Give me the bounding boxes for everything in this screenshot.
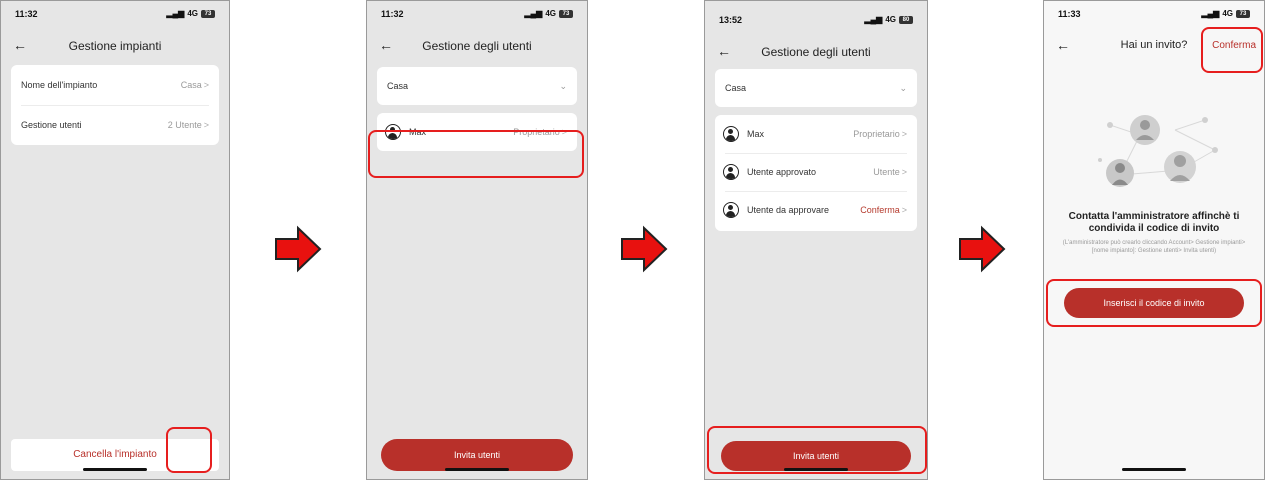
highlight-box xyxy=(1201,27,1263,73)
status-bar: 11:32 ▂▄▆ 4G 73 xyxy=(1,9,229,23)
chevron-down-icon: ⌄ xyxy=(559,80,567,91)
phone-screen-3: 13:52 ▂▄▆ 4G 80 ← Gestione degli utenti … xyxy=(704,0,928,480)
signal-icon: ▂▄▆ xyxy=(524,9,543,18)
status-time: 11:32 xyxy=(15,9,38,19)
status-time: 11:33 xyxy=(1058,9,1081,19)
chevron-right-icon: > xyxy=(203,80,209,90)
user-avatar-icon xyxy=(723,202,739,218)
next-step-arrow-icon xyxy=(959,225,1006,273)
page-title: Gestione degli utenti xyxy=(422,39,532,53)
signal-indicator: ▂▄▆ 4G 80 xyxy=(864,15,913,24)
user-role: Conferma xyxy=(860,205,900,215)
page-title: Gestione impianti xyxy=(68,39,162,53)
home-indicator xyxy=(1122,468,1186,471)
delete-plant-label: Cancella l'impianto xyxy=(73,449,157,460)
user-name: Utente approvato xyxy=(747,167,817,177)
user-name: Max xyxy=(747,129,765,139)
chevron-right-icon: > xyxy=(901,205,907,215)
user-row-owner[interactable]: Max Proprietario > xyxy=(715,115,917,153)
network-type: 4G xyxy=(187,9,198,18)
dropdown-row: Casa ⌄ xyxy=(715,69,917,107)
invite-note: (L'amministratore può crearlo cliccando … xyxy=(1062,240,1246,254)
row-user-management[interactable]: Gestione utenti 2 Utente > xyxy=(11,105,219,145)
next-step-arrow-icon xyxy=(621,225,668,273)
highlight-box xyxy=(707,426,927,474)
chevron-right-icon: > xyxy=(901,129,907,139)
status-bar: 13:52 ▂▄▆ 4G 80 xyxy=(705,9,927,25)
row-value: Casa xyxy=(180,80,202,90)
invite-users-button[interactable]: Invita utenti xyxy=(381,439,573,471)
status-time: 13:52 xyxy=(719,15,743,25)
user-role-wrap: Utente > xyxy=(873,167,907,177)
row-value-wrap: 2 Utente > xyxy=(168,120,209,130)
status-bar: 11:33 ▂▄▆ 4G 73 xyxy=(1044,9,1264,23)
signal-indicator: ▂▄▆ 4G 73 xyxy=(524,9,573,18)
battery-icon: 73 xyxy=(201,9,215,18)
highlight-box xyxy=(1046,279,1262,327)
dropdown-value: Casa xyxy=(387,81,409,91)
signal-indicator: ▂▄▆ 4G 73 xyxy=(166,9,215,18)
signal-icon: ▂▄▆ xyxy=(166,9,185,18)
home-indicator xyxy=(83,468,147,471)
battery-icon: 80 xyxy=(899,15,913,24)
row-value-wrap: Casa > xyxy=(181,80,209,90)
highlight-box xyxy=(368,130,584,178)
chevron-right-icon: > xyxy=(901,167,907,177)
row-label: Gestione utenti xyxy=(21,120,82,130)
users-card: Max Proprietario > Utente approvato Utent… xyxy=(715,115,917,231)
signal-indicator: ▂▄▆ 4G 73 xyxy=(1201,9,1250,18)
status-time: 11:32 xyxy=(381,9,404,19)
status-bar: 11:32 ▂▄▆ 4G 73 xyxy=(367,9,587,23)
highlight-box xyxy=(166,427,212,473)
page-title: Gestione degli utenti xyxy=(761,45,871,59)
nav-bar: ← Gestione impianti xyxy=(1,35,229,59)
dropdown-row: Casa ⌄ xyxy=(377,67,577,105)
user-role: Utente xyxy=(873,167,900,177)
battery-icon: 73 xyxy=(559,9,573,18)
row-label: Nome dell'impianto xyxy=(21,80,98,90)
confirm-user-link[interactable]: Conferma > xyxy=(860,205,907,215)
phone-screen-2: 11:32 ▂▄▆ 4G 73 ← Gestione degli utenti … xyxy=(366,0,588,480)
next-step-arrow-icon xyxy=(275,225,322,273)
plant-dropdown[interactable]: Casa ⌄ xyxy=(715,69,917,107)
user-row-pending[interactable]: Utente da approvare Conferma > xyxy=(715,191,917,229)
invite-heading: Contatta l'amministratore affinchè ti co… xyxy=(1068,211,1240,234)
row-plant-name[interactable]: Nome dell'impianto Casa > xyxy=(11,65,219,105)
network-type: 4G xyxy=(545,9,556,18)
home-indicator xyxy=(445,468,509,471)
user-role: Proprietario xyxy=(853,129,900,139)
invite-users-label: Invita utenti xyxy=(453,450,501,460)
user-name: Utente da approvare xyxy=(747,205,830,215)
user-avatar-icon xyxy=(723,164,739,180)
user-row-approved[interactable]: Utente approvato Utente > xyxy=(715,153,917,191)
battery-icon: 73 xyxy=(1236,9,1250,18)
nav-bar: ← Gestione degli utenti xyxy=(705,41,927,65)
dropdown-value: Casa xyxy=(725,83,747,93)
network-type: 4G xyxy=(1222,9,1233,18)
row-value: 2 Utente xyxy=(167,120,202,130)
user-role-wrap: Proprietario > xyxy=(853,129,907,139)
nav-bar: ← Gestione degli utenti xyxy=(367,35,587,59)
user-avatar-icon xyxy=(723,126,739,142)
plant-dropdown[interactable]: Casa ⌄ xyxy=(377,67,577,105)
settings-card: Nome dell'impianto Casa > Gestione utenti… xyxy=(11,65,219,145)
phone-screen-1: 11:32 ▂▄▆ 4G 73 ← Gestione impianti Nome… xyxy=(0,0,230,480)
chevron-down-icon: ⌄ xyxy=(899,82,907,93)
invite-illustration-icon xyxy=(1098,115,1218,187)
chevron-right-icon: > xyxy=(203,120,209,130)
signal-icon: ▂▄▆ xyxy=(864,15,883,24)
signal-icon: ▂▄▆ xyxy=(1201,9,1220,18)
network-type: 4G xyxy=(885,15,896,24)
